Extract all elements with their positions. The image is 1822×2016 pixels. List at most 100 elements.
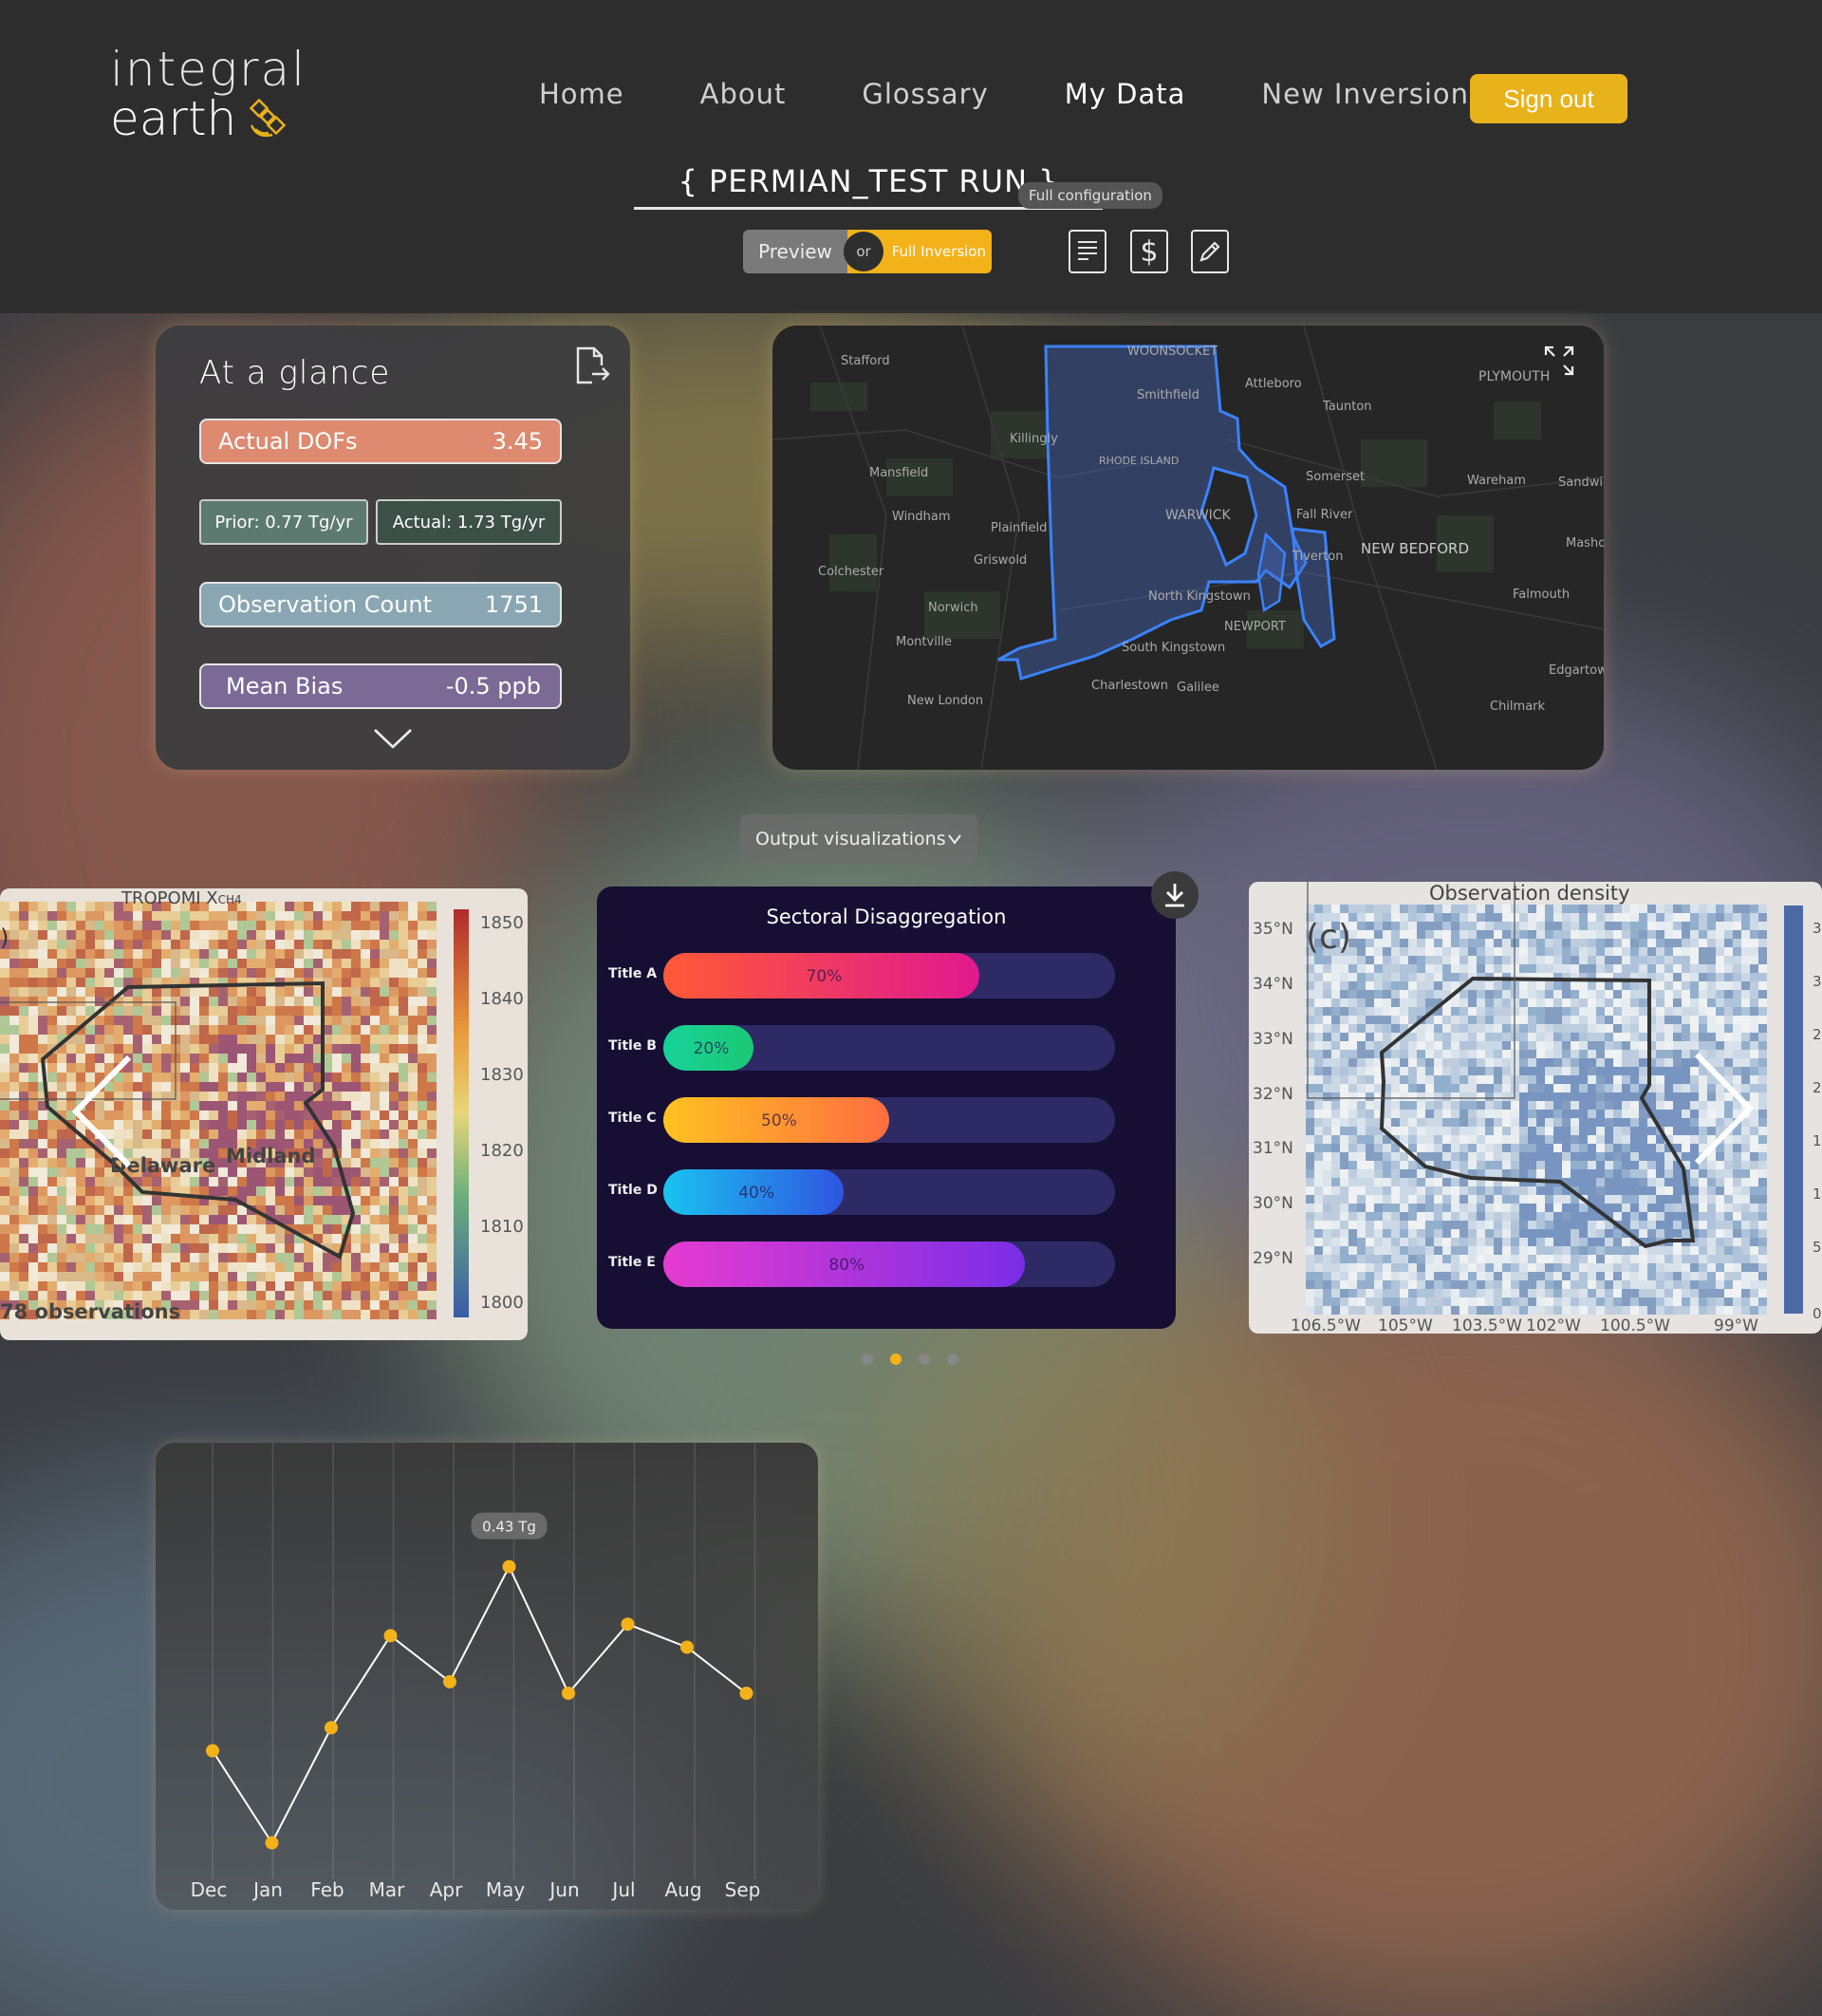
map-label: RHODE ISLAND	[1099, 455, 1180, 467]
edit-pencil-icon[interactable]	[1191, 230, 1229, 273]
download-button[interactable]	[1151, 871, 1199, 919]
configuration-document-icon[interactable]	[1069, 230, 1106, 273]
map-label: Windham	[892, 510, 951, 524]
data-point[interactable]	[265, 1836, 279, 1850]
region-map[interactable]: WOONSOCKET Stafford Smithfield Attleboro…	[772, 326, 1604, 770]
carousel-dot[interactable]	[862, 1353, 873, 1365]
map-label: Chilmark	[1490, 700, 1546, 714]
colorbar-tick: 3	[1813, 920, 1822, 937]
toggle-preview[interactable]: Preview	[743, 230, 847, 273]
satellite-icon	[250, 98, 287, 138]
map-label: North Kingstown	[1148, 589, 1251, 604]
carousel-dots	[862, 1353, 958, 1365]
observation-footer: 78 observations	[0, 1300, 181, 1323]
sector-bar-value: 20%	[693, 1039, 730, 1058]
lon-tick: 99°W	[1714, 1316, 1758, 1334]
chevron-down-icon[interactable]	[372, 726, 414, 751]
at-a-glance-panel: At a glance Actual DOFs 3.45 Prior: 0.77…	[156, 326, 630, 770]
sector-bar-label: Title D	[608, 1183, 658, 1198]
sector-bar-value: 50%	[761, 1111, 797, 1130]
dropdown-label: Output visualizations	[755, 829, 946, 849]
nav-home[interactable]: Home	[539, 78, 624, 110]
carousel-dot[interactable]	[890, 1353, 902, 1365]
map-label: Attleboro	[1245, 377, 1302, 391]
lat-tick: 29°N	[1253, 1249, 1293, 1268]
cost-dollar-icon[interactable]: $	[1130, 230, 1168, 273]
colorbar-tick: 1800	[480, 1293, 524, 1313]
data-point[interactable]	[680, 1640, 694, 1654]
colorbar-tick: 1840	[480, 989, 524, 1009]
svg-text:$: $	[1140, 235, 1158, 269]
map-label: Montville	[896, 635, 953, 649]
lat-tick: 30°N	[1253, 1194, 1293, 1213]
map-label: New London	[907, 694, 984, 708]
export-file-icon[interactable]	[573, 345, 611, 388]
carousel-prev-arrow-icon[interactable]	[66, 1050, 142, 1173]
carousel-next-arrow-icon[interactable]	[1683, 1047, 1759, 1170]
x-tick-label: Feb	[310, 1878, 344, 1901]
map-label: Galilee	[1177, 681, 1219, 695]
lat-tick: 33°N	[1253, 1030, 1293, 1049]
full-configuration-tooltip: Full configuration	[1018, 182, 1162, 209]
sector-bar-track: 20%	[663, 1025, 1115, 1071]
sector-bar-row: Title A 70%	[597, 953, 1166, 1000]
data-point[interactable]	[562, 1686, 575, 1700]
nav-new-inversion[interactable]: New Inversion	[1261, 78, 1469, 110]
colorbar-tick: 2	[1813, 1079, 1822, 1096]
colorbar-tick: 1830	[480, 1065, 524, 1085]
lon-tick: 100.5°W	[1600, 1316, 1670, 1334]
data-point[interactable]	[383, 1629, 398, 1643]
nav-glossary[interactable]: Glossary	[862, 78, 988, 110]
series-line	[212, 1564, 748, 1845]
toggle-knob[interactable]: or	[844, 232, 883, 271]
map-label: Sandwic	[1558, 476, 1604, 490]
x-tick-label: Jan	[251, 1878, 283, 1901]
x-tick-label: Jul	[610, 1878, 635, 1901]
map-label: Norwich	[928, 601, 978, 615]
logo-line2-wrap: earth	[110, 95, 307, 142]
map-label: NEWPORT	[1224, 620, 1286, 634]
map-label: WOONSOCKET	[1127, 345, 1218, 359]
sector-bar-label: Title C	[608, 1111, 657, 1126]
observation-count-value: 1751	[484, 591, 543, 618]
x-tick-label: Dec	[191, 1878, 228, 1901]
sign-out-button[interactable]: Sign out	[1470, 74, 1627, 123]
colorbar-tick: 1	[1813, 1132, 1822, 1149]
observation-count-stat: Observation Count 1751	[199, 582, 562, 627]
lat-tick: 31°N	[1253, 1139, 1293, 1158]
lon-tick: 102°W	[1526, 1316, 1581, 1334]
data-point[interactable]	[621, 1617, 635, 1632]
colorbar-tick: 0	[1813, 1305, 1822, 1322]
heatmap-title-wrap: TROPOMI XCH4	[121, 888, 242, 908]
region-label-midland: Midland	[226, 1145, 316, 1167]
data-point[interactable]	[739, 1686, 753, 1700]
logo[interactable]: integral earth	[110, 46, 307, 142]
nav-about[interactable]: About	[700, 78, 787, 110]
data-point[interactable]	[325, 1721, 338, 1735]
map-label: South Kingstown	[1122, 641, 1226, 655]
glance-title: At a glance	[199, 354, 391, 392]
line-chart-svg: Dec Jan Feb Mar Apr May Jun Jul Aug Sep 0.43 Tg	[191, 1443, 760, 1901]
output-visualizations-dropdown[interactable]: Output visualizations	[740, 814, 977, 864]
sector-bar-track: 50%	[663, 1097, 1115, 1143]
map-label: Fall River	[1296, 508, 1353, 522]
mean-bias-stat: Mean Bias -0.5 ppb	[199, 663, 562, 709]
preview-full-toggle[interactable]: Preview Full Inversion or	[743, 230, 992, 273]
data-point[interactable]	[443, 1674, 456, 1689]
sector-bar-value: 70%	[806, 967, 843, 986]
carousel-dot[interactable]	[947, 1353, 958, 1365]
carousel-dot[interactable]	[919, 1353, 930, 1365]
data-point[interactable]	[502, 1559, 516, 1574]
map-label: Charlestown	[1091, 679, 1168, 693]
map-label: Masho	[1566, 536, 1604, 551]
expand-icon[interactable]	[1543, 345, 1575, 377]
x-tick-label: Jun	[548, 1878, 579, 1901]
map-label: NEW BEDFORD	[1361, 540, 1470, 557]
heatmap-title-sub: CH4	[217, 893, 242, 906]
map-label: Plainfield	[991, 521, 1048, 535]
nav-my-data[interactable]: My Data	[1065, 78, 1186, 110]
data-point[interactable]	[206, 1744, 219, 1758]
sectoral-title: Sectoral Disaggregation	[766, 905, 1007, 928]
colorbar-tick: 1850	[480, 913, 524, 933]
map-label: Griswold	[974, 553, 1028, 568]
